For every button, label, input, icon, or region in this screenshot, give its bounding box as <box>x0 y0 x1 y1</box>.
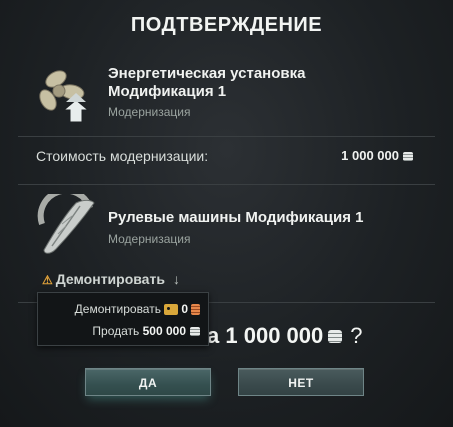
cost-value: 1 000 000 <box>341 148 413 163</box>
arrow-down-icon: ↓ <box>172 271 180 287</box>
demount-label: Демонтировать <box>55 271 165 287</box>
demount-option-value: 0 <box>181 302 188 316</box>
warning-icon: ⚠ <box>42 273 53 287</box>
cost-amount: 1 000 000 <box>341 148 399 163</box>
sell-option-value: 500 000 <box>142 324 186 338</box>
coupon-icon <box>163 304 178 315</box>
demount-dropdown-toggle[interactable]: ⚠ Демонтировать ↓ <box>42 271 180 287</box>
demount-dropdown-menu: Демонтировать 0 Продать 500 000 <box>37 292 209 346</box>
divider <box>18 184 435 185</box>
demount-option[interactable]: Демонтировать 0 <box>75 302 200 316</box>
sell-option[interactable]: Продать 500 000 <box>92 324 200 338</box>
old-module-type: Модернизация <box>108 232 191 246</box>
rudder-gear-icon <box>37 194 95 254</box>
sell-option-label: Продать <box>92 324 140 338</box>
no-button[interactable]: НЕТ <box>238 368 364 396</box>
dialog-title: ПОДТВЕРЖДЕНИЕ <box>130 14 323 36</box>
total-question-mark: ? <box>350 323 363 348</box>
yes-button[interactable]: ДА <box>85 368 211 396</box>
propeller-upgrade-icon <box>39 70 90 123</box>
new-module-row: Энергетическая установка Модификация 1 М… <box>0 58 453 128</box>
new-module-type: Модернизация <box>108 105 191 119</box>
credits-icon <box>190 327 200 336</box>
new-module-name-line1: Энергетическая установка <box>108 65 306 82</box>
credits-icon <box>403 152 413 161</box>
cost-label: Стоимость модернизации: <box>36 148 209 164</box>
bronze-icon <box>191 304 200 315</box>
credits-icon <box>328 330 343 343</box>
total-amount: 1 000 000 <box>225 323 324 348</box>
old-module-name: Рулевые машины Модификация 1 <box>108 209 364 226</box>
new-module-name-line2: Модификация 1 <box>108 83 227 100</box>
old-module-row: Рулевые машины Модификация 1 Модернизаци… <box>0 192 453 262</box>
total-cost-text: а 1 000 000? <box>207 323 363 349</box>
divider <box>18 136 435 137</box>
demount-option-label: Демонтировать <box>74 302 161 316</box>
